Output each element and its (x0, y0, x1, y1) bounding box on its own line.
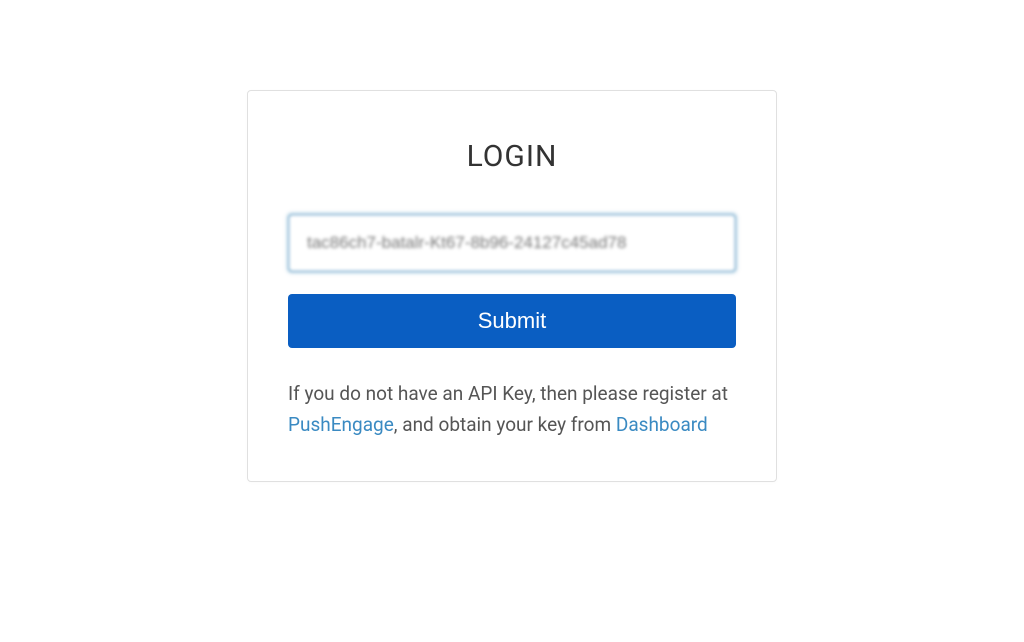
login-card: LOGIN Submit If you do not have an API K… (247, 90, 777, 482)
api-key-input[interactable] (288, 214, 736, 272)
help-text: If you do not have an API Key, then plea… (288, 378, 736, 441)
help-text-mid: , and obtain your key from (394, 413, 616, 436)
login-title: LOGIN (288, 139, 736, 174)
submit-button[interactable]: Submit (288, 294, 736, 348)
help-text-prefix: If you do not have an API Key, then plea… (288, 382, 728, 405)
dashboard-link[interactable]: Dashboard (616, 413, 708, 436)
pushengage-link[interactable]: PushEngage (288, 413, 394, 436)
